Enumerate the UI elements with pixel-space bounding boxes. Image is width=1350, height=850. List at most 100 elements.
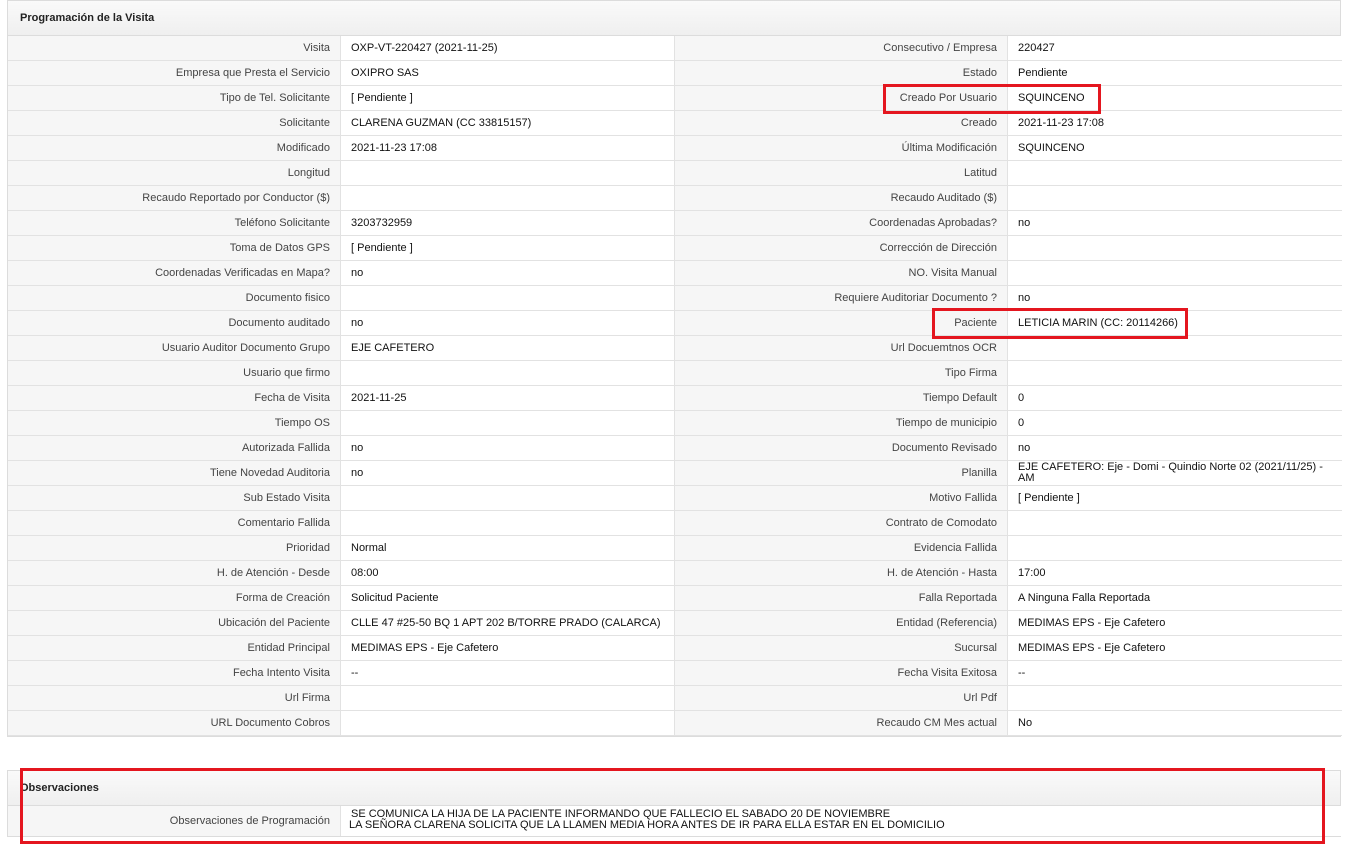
field-value: [ Pendiente ] bbox=[1008, 486, 1342, 511]
field-label: Toma de Datos GPS bbox=[8, 236, 341, 261]
field-label: Tiempo Default bbox=[675, 386, 1008, 411]
field-value: 08:00 bbox=[341, 561, 675, 586]
field-value: [ Pendiente ] bbox=[341, 236, 675, 261]
field-label: Sucursal bbox=[675, 636, 1008, 661]
observations-value: SE COMUNICA LA HIJA DE LA PACIENTE INFOR… bbox=[341, 806, 1342, 836]
field-value: 2021-11-23 17:08 bbox=[1008, 111, 1342, 136]
field-value: SQUINCENO bbox=[1008, 86, 1342, 111]
field-value bbox=[1008, 336, 1342, 361]
field-label: Recaudo CM Mes actual bbox=[675, 711, 1008, 736]
observations-label: Observaciones de Programación bbox=[8, 806, 341, 836]
visit-schedule-header: Programación de la Visita bbox=[8, 1, 1340, 36]
observations-panel: Observaciones Observaciones de Programac… bbox=[7, 770, 1342, 837]
field-value: Normal bbox=[341, 536, 675, 561]
field-value bbox=[1008, 261, 1342, 286]
field-value bbox=[341, 286, 675, 311]
observations-header: Observaciones bbox=[8, 771, 1340, 806]
field-label: Creado bbox=[675, 111, 1008, 136]
observations-row: Observaciones de Programación SE COMUNIC… bbox=[8, 806, 1342, 836]
field-label: Recaudo Auditado ($) bbox=[675, 186, 1008, 211]
field-label: Teléfono Solicitante bbox=[8, 211, 341, 236]
field-value: OXP-VT-220427 (2021-11-25) bbox=[341, 36, 675, 61]
field-value: A Ninguna Falla Reportada bbox=[1008, 586, 1342, 611]
field-label: Latitud bbox=[675, 161, 1008, 186]
field-label: Empresa que Presta el Servicio bbox=[8, 61, 341, 86]
field-label: Recaudo Reportado por Conductor ($) bbox=[8, 186, 341, 211]
field-value bbox=[341, 486, 675, 511]
field-label: Usuario Auditor Documento Grupo bbox=[8, 336, 341, 361]
field-label: Url Pdf bbox=[675, 686, 1008, 711]
field-label: Consecutivo / Empresa bbox=[675, 36, 1008, 61]
field-label: Entidad (Referencia) bbox=[675, 611, 1008, 636]
field-value: no bbox=[341, 261, 675, 286]
field-value: OXIPRO SAS bbox=[341, 61, 675, 86]
field-value: CLARENA GUZMAN (CC 33815157) bbox=[341, 111, 675, 136]
field-value: 3203732959 bbox=[341, 211, 675, 236]
field-label: Planilla bbox=[675, 461, 1008, 486]
field-value: [ Pendiente ] bbox=[341, 86, 675, 111]
field-label: Corrección de Dirección bbox=[675, 236, 1008, 261]
field-value: 2021-11-23 17:08 bbox=[341, 136, 675, 161]
field-label: Modificado bbox=[8, 136, 341, 161]
field-label: Tiene Novedad Auditoria bbox=[8, 461, 341, 486]
field-value bbox=[1008, 686, 1342, 711]
field-label: Solicitante bbox=[8, 111, 341, 136]
field-value: Solicitud Paciente bbox=[341, 586, 675, 611]
field-value bbox=[341, 361, 675, 386]
field-value bbox=[341, 711, 675, 736]
field-label: Entidad Principal bbox=[8, 636, 341, 661]
field-label: NO. Visita Manual bbox=[675, 261, 1008, 286]
field-label: H. de Atención - Hasta bbox=[675, 561, 1008, 586]
field-value bbox=[341, 161, 675, 186]
field-value: CLLE 47 #25-50 BQ 1 APT 202 B/TORRE PRAD… bbox=[341, 611, 675, 636]
field-value: no bbox=[341, 311, 675, 336]
field-label: Fecha Intento Visita bbox=[8, 661, 341, 686]
observation-line-2: LA SEÑORA CLARENA SOLICITA QUE LA LLAMEN… bbox=[349, 819, 945, 831]
field-value bbox=[341, 411, 675, 436]
field-label: Ubicación del Paciente bbox=[8, 611, 341, 636]
field-value: Pendiente bbox=[1008, 61, 1342, 86]
field-value bbox=[1008, 361, 1342, 386]
field-label: Fecha Visita Exitosa bbox=[675, 661, 1008, 686]
field-value: -- bbox=[1008, 661, 1342, 686]
field-label: Falla Reportada bbox=[675, 586, 1008, 611]
field-label: Forma de Creación bbox=[8, 586, 341, 611]
field-value: 2021-11-25 bbox=[341, 386, 675, 411]
field-label: Tipo Firma bbox=[675, 361, 1008, 386]
field-value bbox=[341, 511, 675, 536]
visit-details-grid: Visita OXP-VT-220427 (2021-11-25) Consecut… bbox=[8, 36, 1342, 736]
field-label: Requiere Auditoriar Documento ? bbox=[675, 286, 1008, 311]
field-value bbox=[341, 686, 675, 711]
field-value: no bbox=[1008, 436, 1342, 461]
field-value: EJE CAFETERO bbox=[341, 336, 675, 361]
field-label: Tiempo OS bbox=[8, 411, 341, 436]
field-label: Usuario que firmo bbox=[8, 361, 341, 386]
field-value: EJE CAFETERO: Eje - Domi - Quindio Norte… bbox=[1008, 461, 1342, 486]
field-value: MEDIMAS EPS - Eje Cafetero bbox=[1008, 611, 1342, 636]
field-value: 0 bbox=[1008, 386, 1342, 411]
field-value: LETICIA MARIN (CC: 20114266) bbox=[1008, 311, 1342, 336]
visit-schedule-panel: Programación de la Visita Visita OXP-VT-2… bbox=[7, 0, 1342, 737]
field-value: no bbox=[1008, 286, 1342, 311]
field-label: Contrato de Comodato bbox=[675, 511, 1008, 536]
field-value: no bbox=[341, 436, 675, 461]
field-label: Tiempo de municipio bbox=[675, 411, 1008, 436]
field-value: MEDIMAS EPS - Eje Cafetero bbox=[341, 636, 675, 661]
field-value: No bbox=[1008, 711, 1342, 736]
field-label: Visita bbox=[8, 36, 341, 61]
field-value: SQUINCENO bbox=[1008, 136, 1342, 161]
field-label: Estado bbox=[675, 61, 1008, 86]
field-label: Documento auditado bbox=[8, 311, 341, 336]
field-label: Sub Estado Visita bbox=[8, 486, 341, 511]
field-label: Última Modificación bbox=[675, 136, 1008, 161]
field-label: Paciente bbox=[675, 311, 1008, 336]
field-label: Motivo Fallida bbox=[675, 486, 1008, 511]
field-value: 17:00 bbox=[1008, 561, 1342, 586]
field-label: Creado Por Usuario bbox=[675, 86, 1008, 111]
field-label: URL Documento Cobros bbox=[8, 711, 341, 736]
field-label: Documento Revisado bbox=[675, 436, 1008, 461]
field-value bbox=[1008, 186, 1342, 211]
field-value: -- bbox=[341, 661, 675, 686]
field-value: 220427 bbox=[1008, 36, 1342, 61]
field-value: no bbox=[341, 461, 675, 486]
